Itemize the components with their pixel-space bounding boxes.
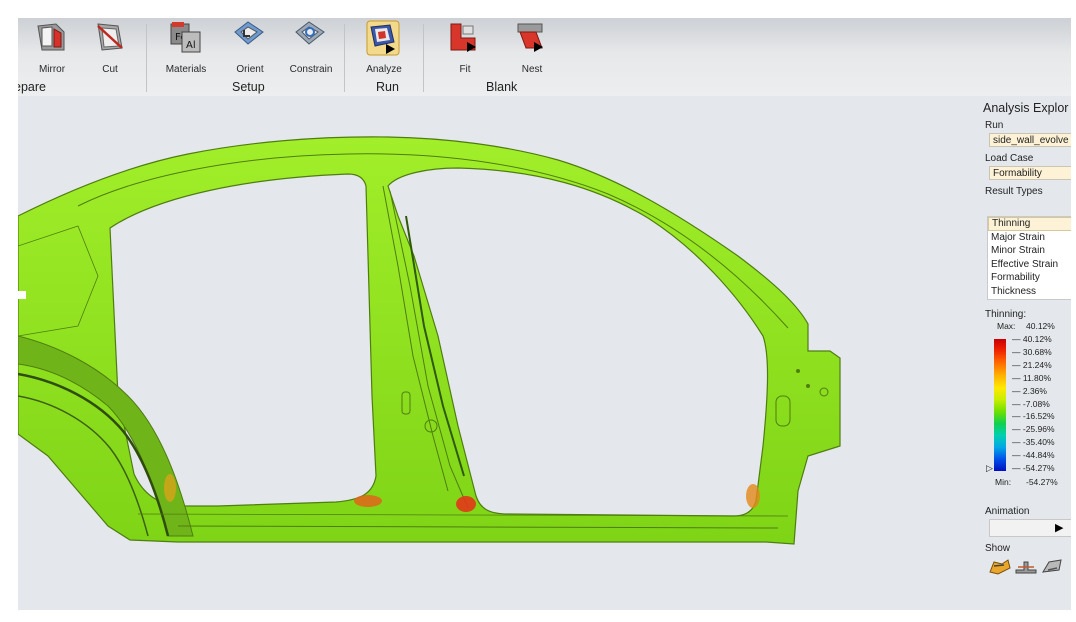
cut-icon <box>97 23 123 51</box>
fit-button[interactable]: Fit <box>437 18 493 80</box>
legend-tick-label: — -16.52% <box>1012 411 1055 422</box>
show-fixture-icon[interactable] <box>1014 556 1038 576</box>
nest-button[interactable]: Nest <box>504 18 560 80</box>
legend-tick-label: — 2.36% <box>1012 385 1047 396</box>
analyze-icon <box>366 20 400 56</box>
legend-tick-label: — -7.08% <box>1012 398 1050 409</box>
legend-max-value: 40.12% <box>1026 321 1055 331</box>
result-types-list[interactable]: Thinning Major Strain Minor Strain Effec… <box>987 216 1071 300</box>
group-blank-label: Blank <box>486 80 518 94</box>
result-type-formability[interactable]: Formability <box>988 271 1071 285</box>
svg-text:Al: Al <box>186 40 196 51</box>
loadcase-label: Load Case <box>985 153 1034 164</box>
ribbon-divider <box>423 24 424 92</box>
analysis-explorer-panel: Analysis Explor Run side_wall_evolve Loa… <box>980 96 1071 610</box>
legend-tick-label: — 11.80% <box>1012 372 1052 383</box>
legend-tick-label: — -54.27% <box>1012 463 1055 473</box>
result-type-effective-strain[interactable]: Effective Strain <box>988 258 1071 272</box>
materials-icon: Fe Al <box>170 22 201 53</box>
ribbon-divider <box>344 24 345 92</box>
orient-label: Orient <box>236 64 264 75</box>
nest-icon <box>517 23 543 52</box>
constrain-icon <box>295 21 325 45</box>
result-type-minor-strain[interactable]: Minor Strain <box>988 244 1071 258</box>
legend-max-label: Max: <box>997 321 1016 331</box>
show-blank-icon[interactable] <box>1040 556 1064 576</box>
legend-pointer-icon: ▷ <box>986 463 993 473</box>
show-part-icon[interactable] <box>988 556 1012 576</box>
ribbon-divider <box>146 24 147 92</box>
legend-tick-label: — 30.68% <box>1012 346 1052 357</box>
cut-label: Cut <box>102 64 118 75</box>
application-window: Mirror Cut epare Fe Al Materials <box>18 18 1071 610</box>
result-type-thickness[interactable]: Thickness <box>988 285 1071 299</box>
legend-tick-label: — 40.12% <box>1012 334 1052 344</box>
play-button[interactable]: ▶ <box>1055 522 1069 534</box>
materials-button[interactable]: Fe Al Materials <box>158 18 214 80</box>
run-field[interactable]: side_wall_evolve <box>989 133 1071 147</box>
fit-label: Fit <box>459 64 471 75</box>
panel-title: Analysis Explor <box>983 101 1069 115</box>
show-label: Show <box>985 543 1011 554</box>
ribbon-toolbar: Mirror Cut epare Fe Al Materials <box>18 18 1071 96</box>
legend-tick-label: — -35.40% <box>1012 437 1055 448</box>
mirror-icon <box>37 23 65 51</box>
run-label: Run <box>985 120 1004 131</box>
result-type-thinning[interactable]: Thinning <box>988 217 1071 231</box>
resulttypes-label: Result Types <box>985 186 1043 197</box>
result-type-major-strain[interactable]: Major Strain <box>988 231 1071 245</box>
legend-min-value: -54.27% <box>1026 477 1058 487</box>
analyze-button[interactable]: Analyze <box>356 18 412 80</box>
group-prepare-label: epare <box>18 80 46 94</box>
side-wall-model[interactable] <box>18 96 973 610</box>
animation-label: Animation <box>985 506 1030 517</box>
constrain-label: Constrain <box>289 64 333 75</box>
legend-title: Thinning: <box>985 309 1027 320</box>
materials-label: Materials <box>165 64 207 75</box>
legend-color-bar <box>994 339 1006 471</box>
loadcase-field[interactable]: Formability <box>989 166 1071 180</box>
mirror-label: Mirror <box>38 64 66 75</box>
legend-min-label: Min: <box>995 477 1012 487</box>
constrain-button[interactable]: Constrain <box>283 18 339 80</box>
animation-bar: ▶ <box>989 519 1071 537</box>
legend-tick-label: — -44.84% <box>1012 450 1055 461</box>
analyze-label: Analyze <box>366 64 402 75</box>
nest-label: Nest <box>521 64 543 75</box>
mirror-button[interactable]: Mirror <box>24 18 80 80</box>
cut-button[interactable]: Cut <box>82 18 138 80</box>
orient-button[interactable]: Orient <box>222 18 278 80</box>
group-run-label: Run <box>376 80 399 94</box>
fit-icon <box>450 23 476 52</box>
legend-tick-label: — 21.24% <box>1012 359 1052 370</box>
model-viewport[interactable] <box>18 96 973 610</box>
orient-icon <box>234 21 264 45</box>
group-setup-label: Setup <box>232 80 265 94</box>
legend-tick-label: — -25.96% <box>1012 424 1055 435</box>
